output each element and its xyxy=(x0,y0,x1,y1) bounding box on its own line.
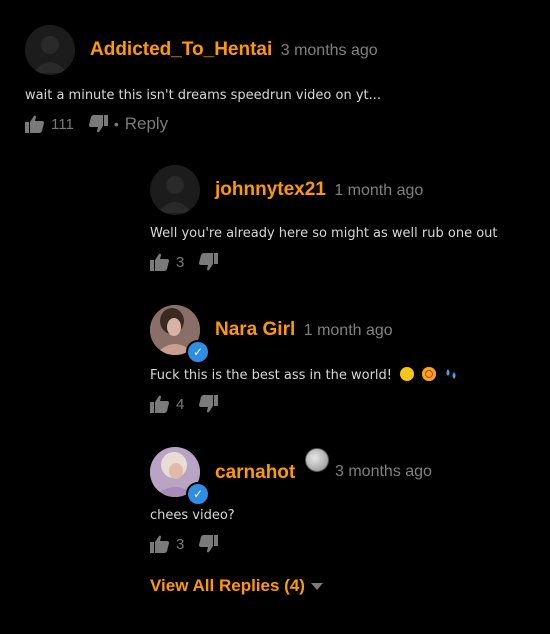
reply-comment: ✓ carnahot 3 months ago chees video? 3 xyxy=(0,430,550,570)
comment-header: carnahot xyxy=(215,462,295,484)
globe-badge-icon xyxy=(305,448,329,472)
verified-check-icon: ✓ xyxy=(186,482,210,506)
comment-username[interactable]: Nara Girl xyxy=(215,319,295,340)
comment-text-content: Fuck this is the best ass in the world! xyxy=(150,368,393,383)
reply-comment: johnnytex21 1 month ago Well you're alre… xyxy=(0,150,550,290)
comment-username[interactable]: johnnytex21 xyxy=(215,179,326,200)
comment-time-wrap: 3 months ago xyxy=(331,463,432,481)
view-all-replies-label: View All Replies (4) xyxy=(150,576,305,595)
reply-button[interactable]: Reply xyxy=(125,114,168,134)
comment-header: Nara Girl 1 month ago xyxy=(215,319,393,341)
comment-time: 3 months ago xyxy=(280,42,378,59)
shocked-face-emoji-icon xyxy=(400,367,415,381)
comment-header: Addicted_To_Hentai 3 months ago xyxy=(90,39,378,61)
comment-top-level: Addicted_To_Hentai 3 months ago wait a m… xyxy=(0,0,550,150)
comment-actions: 111 • Reply xyxy=(25,114,168,134)
thumbs-up-icon[interactable] xyxy=(150,253,170,271)
sweat-droplets-emoji-icon xyxy=(444,367,458,381)
verified-check-icon: ✓ xyxy=(186,340,210,364)
comment-actions: 3 xyxy=(150,253,219,271)
thumbs-up-icon[interactable] xyxy=(150,395,170,413)
thumbs-down-icon[interactable] xyxy=(88,115,108,133)
default-avatar-icon[interactable] xyxy=(150,165,200,215)
heart-eyes-emoji-icon xyxy=(422,367,437,381)
comment-username[interactable]: carnahot xyxy=(215,462,295,483)
thumbs-up-icon[interactable] xyxy=(150,535,170,553)
comment-text: chees video? xyxy=(150,508,235,523)
caret-down-icon xyxy=(310,576,323,596)
separator-dot: • xyxy=(113,116,119,132)
thumbs-up-icon[interactable] xyxy=(25,115,45,133)
like-count: 3 xyxy=(176,535,185,553)
comment-actions: 4 xyxy=(150,395,219,413)
comment-header: johnnytex21 1 month ago xyxy=(215,179,423,201)
comment-text: Well you're already here so might as wel… xyxy=(150,226,498,241)
default-avatar-icon[interactable] xyxy=(25,25,75,75)
view-all-replies-button[interactable]: View All Replies (4) xyxy=(150,576,323,596)
comment-actions: 3 xyxy=(150,535,219,553)
like-count: 4 xyxy=(176,395,185,413)
thumbs-down-icon[interactable] xyxy=(198,535,219,553)
thumbs-down-icon[interactable] xyxy=(198,253,219,271)
reply-comment: ✓ Nara Girl 1 month ago Fuck this is the… xyxy=(0,290,550,430)
comment-time: 3 months ago xyxy=(335,463,432,480)
thumbs-down-icon[interactable] xyxy=(198,395,219,413)
comment-username[interactable]: Addicted_To_Hentai xyxy=(90,39,272,60)
like-count: 111 xyxy=(51,115,74,133)
comment-text: Fuck this is the best ass in the world! xyxy=(150,367,458,383)
comment-text: wait a minute this isn't dreams speedrun… xyxy=(25,88,382,103)
comment-time: 1 month ago xyxy=(334,182,424,199)
comment-time: 1 month ago xyxy=(303,322,393,339)
like-count: 3 xyxy=(176,253,185,271)
